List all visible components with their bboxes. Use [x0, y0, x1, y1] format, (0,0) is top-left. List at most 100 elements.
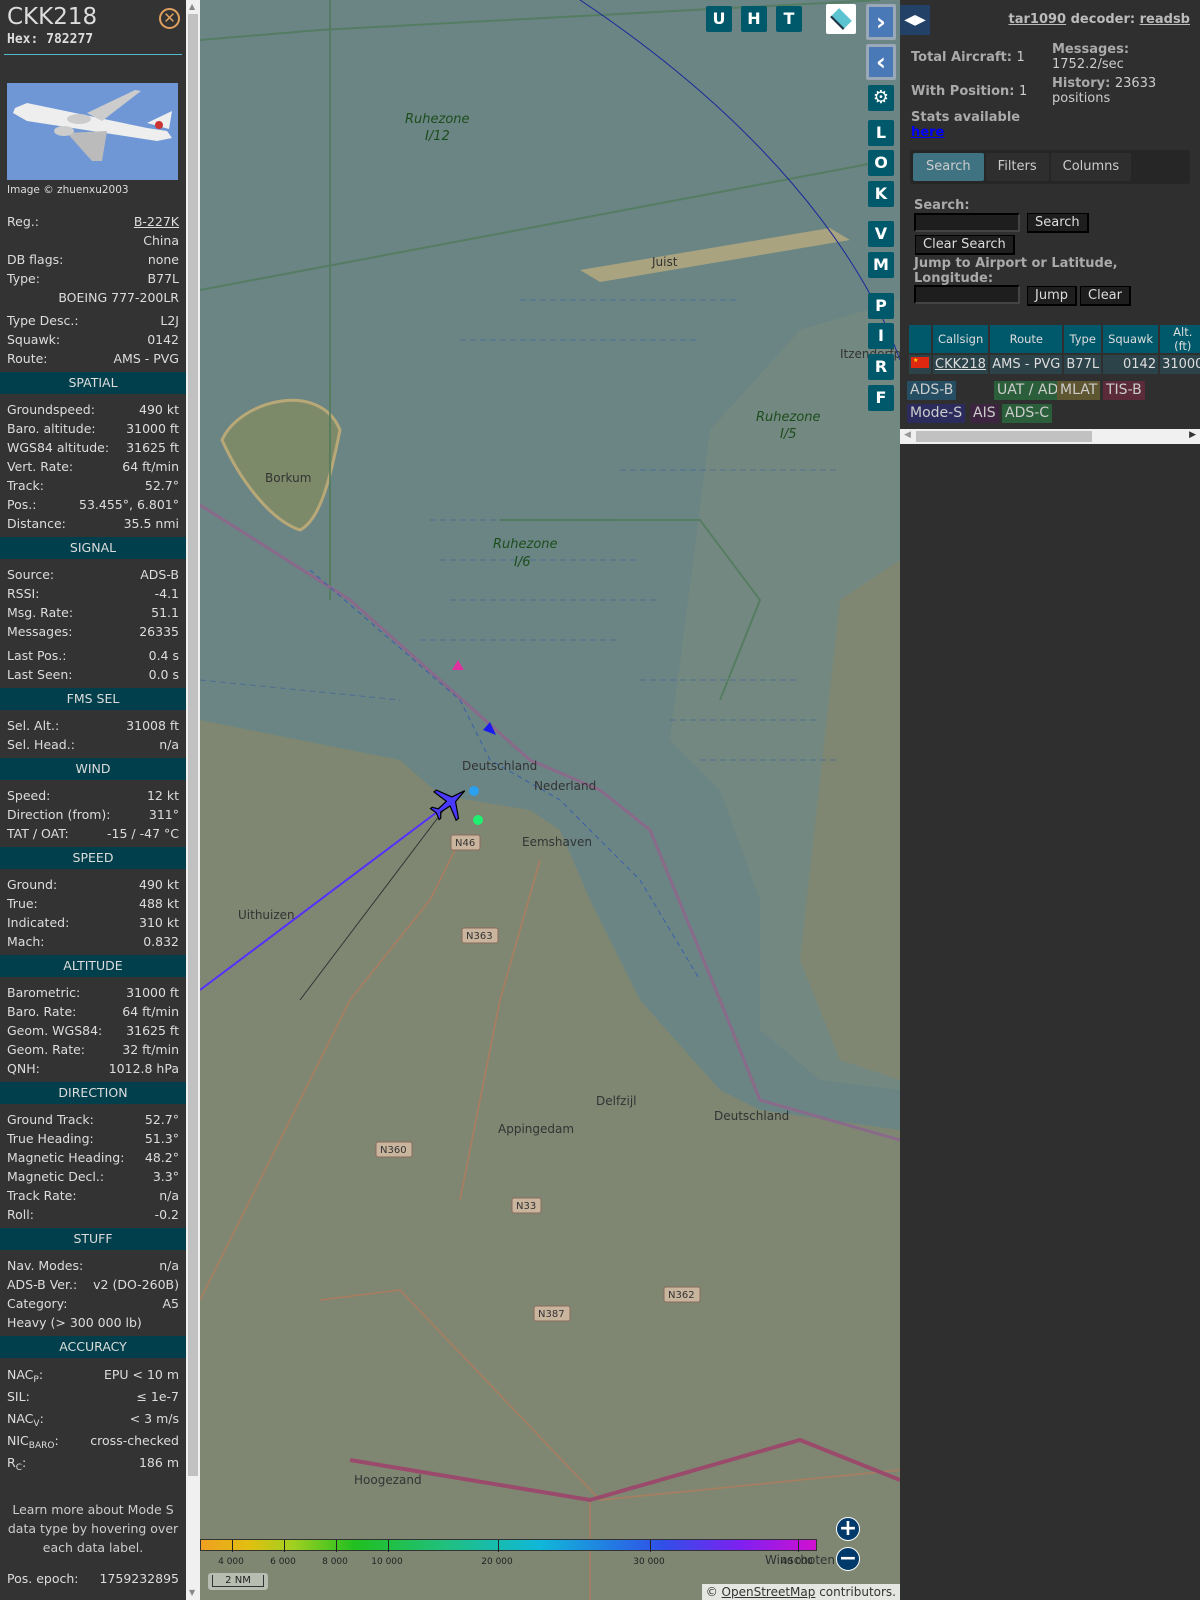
clear-jump-button[interactable]: Clear — [1080, 286, 1131, 306]
tab-filters[interactable]: Filters — [985, 153, 1049, 181]
map-button-h[interactable]: H — [741, 6, 767, 32]
info-row: Reg.: B-227K — [0, 212, 186, 231]
column-header[interactable]: Squawk — [1103, 325, 1159, 353]
jump-button[interactable]: Jump — [1027, 286, 1077, 306]
map-label-n360: N360 — [380, 1145, 407, 1156]
detail-row: Groundspeed: 490 kt — [0, 400, 186, 419]
detail-row: Vert. Rate: 64 ft/min — [0, 457, 186, 476]
map-button-l[interactable]: L — [868, 120, 894, 146]
clear-search-button[interactable]: Clear Search — [915, 235, 1015, 255]
info-label: Type: — [7, 271, 40, 286]
cell-callsign[interactable]: CKK218 — [933, 355, 989, 374]
map-button-m[interactable]: M — [868, 252, 894, 278]
detail-value: 12 kt — [146, 788, 179, 803]
map-button-t[interactable]: T — [776, 6, 802, 32]
section-header-fms-sel: FMS SEL — [0, 688, 186, 710]
legend-label: 10 000 — [371, 1557, 403, 1567]
detail-label: Vert. Rate: — [7, 459, 74, 474]
stats-link[interactable]: here — [911, 125, 944, 140]
info-row: Type Desc.: L2J — [0, 311, 186, 330]
detail-label: Pos. epoch: — [7, 1571, 79, 1586]
detail-value: n/a — [159, 1258, 179, 1273]
detail-row: Ground: 490 kt — [0, 875, 186, 894]
detail-row: Category: A5 — [0, 1294, 186, 1313]
previous-aircraft-button[interactable]: ‹ — [866, 44, 896, 80]
mode-s-help-note: Learn more about Mode S data type by hov… — [7, 1502, 179, 1555]
detail-value: 488 kt — [139, 896, 179, 911]
detail-label: Direction (from): — [7, 807, 111, 822]
detail-label: Barometric: — [7, 985, 81, 1000]
tab-search[interactable]: Search — [913, 153, 984, 181]
info-label: DB flags: — [7, 252, 64, 267]
settings-button[interactable]: ⚙ — [868, 85, 894, 111]
table-row[interactable]: CKK218AMS - PVGB77L014231000 — [909, 355, 1200, 374]
info-label: Reg.: — [7, 214, 39, 229]
detail-row: Ground Track: 52.7° — [0, 1110, 186, 1129]
map-button-r[interactable]: R — [868, 354, 894, 380]
map-button-u[interactable]: U — [706, 6, 732, 32]
decoder-info: tar1090 decoder: readsb — [1008, 12, 1191, 27]
zoom-out-button[interactable]: − — [836, 1547, 860, 1571]
map-label-nl: Nederland — [534, 779, 596, 793]
legend-tick — [388, 1540, 389, 1552]
detail-row: Track: 52.7° — [0, 476, 186, 495]
map-button-f[interactable]: F — [868, 385, 894, 411]
column-header[interactable] — [909, 325, 931, 353]
map-label-rz12a: Ruhezone — [405, 112, 470, 127]
map-button-k[interactable]: K — [868, 181, 894, 207]
column-header[interactable]: Alt. (ft) — [1160, 325, 1200, 353]
registration-link[interactable]: B-227K — [134, 212, 179, 231]
info-value: China — [143, 233, 179, 248]
layers-button[interactable] — [826, 4, 856, 34]
aircraft-photo[interactable] — [7, 83, 178, 180]
map-label-rz5a: Ruhezone — [756, 410, 821, 425]
detail-value: 31625 ft — [126, 440, 179, 455]
accuracy-value: cross-checked — [90, 1433, 179, 1448]
detail-value: 64 ft/min — [122, 1004, 179, 1019]
zoom-in-button[interactable]: + — [836, 1517, 860, 1541]
info-row: BOEING 777-200LR — [0, 288, 186, 307]
detail-row: Sel. Head.: n/a — [0, 735, 186, 754]
table-horizontal-scrollbar[interactable]: ◀ ▶ — [900, 429, 1200, 444]
detail-row: ADS-B Ver.: v2 (DO-260B) — [0, 1275, 186, 1294]
sidebar-toggle-button[interactable]: ◀▶ — [900, 5, 930, 35]
detail-row: Messages: 26335 — [0, 622, 186, 641]
detail-row: Sel. Alt.: 31008 ft — [0, 716, 186, 735]
detail-row: Last Seen: 0.0 s — [0, 665, 186, 684]
detail-value: 51.1 — [151, 605, 179, 620]
tab-columns[interactable]: Columns — [1050, 153, 1132, 181]
detail-label: Source: — [7, 567, 55, 582]
map-button-v[interactable]: V — [868, 221, 894, 247]
section-header-wind: WIND — [0, 758, 186, 780]
next-aircraft-button[interactable]: › — [866, 4, 896, 40]
close-icon[interactable]: ✕ — [159, 8, 180, 29]
map-label-eemshaven: Eemshaven — [522, 835, 592, 849]
search-input[interactable] — [914, 213, 1020, 232]
section-header-altitude: ALTITUDE — [0, 955, 186, 977]
detail-scrollbar[interactable]: ▲ ▼ — [186, 0, 200, 1600]
detail-label: Track Rate: — [7, 1188, 77, 1203]
legend-label: 8 000 — [322, 1557, 348, 1567]
section-header-signal: SIGNAL — [0, 537, 186, 559]
column-header[interactable]: Callsign — [933, 325, 989, 353]
jump-input[interactable] — [914, 285, 1020, 304]
map-label-rz12b: I/12 — [425, 129, 450, 144]
map[interactable]: Ruhezone I/12 Ruhezone I/6 Ruhezone I/5 Borkum… — [200, 0, 900, 1600]
map-button-i[interactable]: I — [868, 323, 894, 349]
detail-label: Sel. Alt.: — [7, 718, 60, 733]
tar1090-link[interactable]: tar1090 — [1009, 12, 1067, 27]
aircraft-table: CallsignRouteTypeSquawkAlt. (ft) CKK218A… — [907, 323, 1200, 376]
legend-label: 6 000 — [270, 1557, 296, 1567]
readsb-link[interactable]: readsb — [1140, 12, 1190, 27]
map-button-o[interactable]: O — [868, 150, 894, 176]
detail-value: -4.1 — [154, 586, 179, 601]
detail-label: Roll: — [7, 1207, 34, 1222]
detail-value: 53.455°, 6.801° — [79, 497, 179, 512]
column-header[interactable]: Route — [990, 325, 1063, 353]
sidebar-tabs: Search Filters Columns — [910, 150, 1190, 184]
map-button-p[interactable]: P — [868, 293, 894, 319]
search-button[interactable]: Search — [1027, 213, 1089, 233]
jump-label: Jump to Airport or Latitude, Longitude: — [914, 256, 1118, 286]
column-header[interactable]: Type — [1064, 325, 1102, 353]
osm-link[interactable]: OpenStreetMap — [722, 1585, 816, 1599]
